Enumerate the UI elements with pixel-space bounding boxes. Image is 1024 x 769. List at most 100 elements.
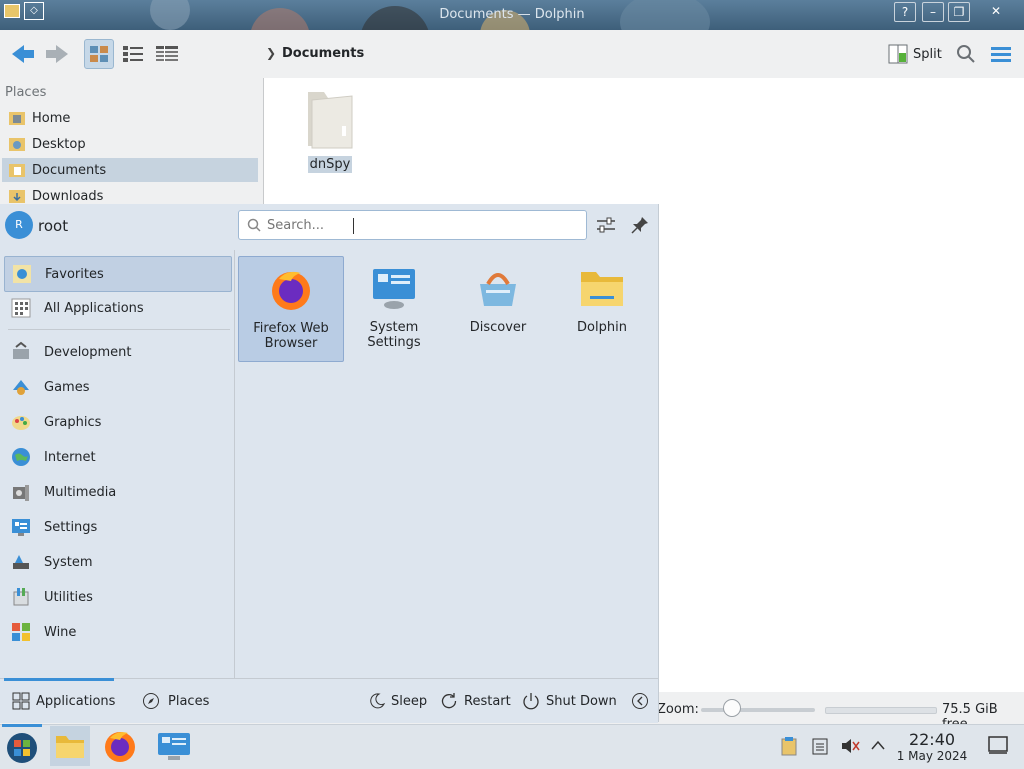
place-desktop[interactable]: Desktop xyxy=(2,132,258,156)
firefox-icon xyxy=(272,271,310,310)
place-label: Downloads xyxy=(32,188,104,204)
tray-expand-button[interactable] xyxy=(870,739,886,755)
tray-volume[interactable] xyxy=(840,737,860,759)
app-label: Discover xyxy=(469,320,527,335)
app-firefox[interactable]: Firefox Web Browser xyxy=(238,256,344,362)
configure-launcher-button[interactable] xyxy=(596,215,616,239)
grid-icon xyxy=(11,298,31,318)
forward-button[interactable] xyxy=(42,39,72,69)
restart-button[interactable]: Restart xyxy=(440,692,511,710)
maximize-button[interactable]: ❐ xyxy=(948,2,970,22)
hamburger-menu-button[interactable] xyxy=(990,45,1012,67)
start-menu-button[interactable] xyxy=(2,724,42,768)
development-icon xyxy=(13,341,29,359)
firefox-icon xyxy=(105,732,135,762)
app-discover[interactable]: Discover xyxy=(446,256,550,360)
place-documents[interactable]: Documents xyxy=(2,158,258,182)
icons-view-icon xyxy=(90,46,108,62)
category-label: Utilities xyxy=(44,589,93,605)
category-divider xyxy=(8,329,230,330)
split-view-icon xyxy=(888,44,908,64)
taskbar-dolphin[interactable] xyxy=(50,726,90,766)
shutdown-label: Shut Down xyxy=(546,693,617,709)
main-toolbar: Split xyxy=(0,30,1024,78)
taskbar-firefox[interactable] xyxy=(102,728,138,768)
icons-view-button[interactable] xyxy=(84,39,114,69)
search-input[interactable] xyxy=(265,214,579,236)
clock-date: 1 May 2024 xyxy=(896,749,968,763)
tray-clipboard[interactable] xyxy=(780,736,798,760)
chevron-right-icon[interactable]: ❯ xyxy=(266,46,276,60)
close-button[interactable]: ✕ xyxy=(974,2,1018,20)
pin-launcher-button[interactable] xyxy=(630,215,650,239)
tray-notes[interactable] xyxy=(811,737,829,759)
compass-icon xyxy=(143,693,159,709)
chevron-left-circle-icon xyxy=(632,693,648,709)
tab-places[interactable]: Places xyxy=(142,692,209,710)
system-settings-icon xyxy=(373,269,415,309)
settings-icon xyxy=(12,519,30,536)
taskbar-system-settings[interactable] xyxy=(156,730,192,766)
category-internet[interactable]: Internet xyxy=(4,440,230,474)
restart-icon xyxy=(441,693,457,709)
launcher-search-field[interactable] xyxy=(238,210,587,240)
clock[interactable]: 22:40 1 May 2024 xyxy=(896,730,968,763)
clipboard-icon xyxy=(781,737,797,756)
help-button[interactable]: ? xyxy=(894,2,916,22)
power-icon xyxy=(523,693,539,710)
user-name: root xyxy=(38,217,69,235)
compact-view-button[interactable] xyxy=(118,39,148,69)
minimize-button[interactable]: – xyxy=(922,2,944,22)
arrow-left-icon xyxy=(12,45,34,63)
hamburger-menu-icon xyxy=(991,47,1011,62)
category-games[interactable]: Games xyxy=(4,370,230,404)
tab-label: Applications xyxy=(36,693,116,709)
category-system[interactable]: System xyxy=(4,545,230,579)
notes-icon xyxy=(812,738,828,755)
category-all-applications[interactable]: All Applications xyxy=(4,291,230,325)
arrow-right-icon xyxy=(46,45,68,63)
category-wine[interactable]: Wine xyxy=(4,615,230,649)
tab-applications[interactable]: Applications xyxy=(12,692,115,710)
show-desktop-button[interactable] xyxy=(988,736,1008,758)
category-utilities[interactable]: Utilities xyxy=(4,580,230,614)
window-title: Documents — Dolphin xyxy=(439,7,585,22)
applications-grid-icon xyxy=(12,692,30,710)
window-titlebar[interactable]: ◇ Documents — Dolphin ? – ❐ ✕ xyxy=(0,0,1024,30)
folder-item-dnspy[interactable]: dnSpy xyxy=(300,86,360,173)
place-label: Desktop xyxy=(32,136,86,152)
chevron-up-icon xyxy=(871,740,885,750)
back-button[interactable] xyxy=(8,39,38,69)
zoom-label: Zoom: xyxy=(657,702,699,717)
split-button[interactable]: Split xyxy=(888,44,942,64)
leave-menu-button[interactable] xyxy=(631,692,649,710)
category-development[interactable]: Development xyxy=(4,335,230,369)
shutdown-button[interactable]: Shut Down xyxy=(522,692,617,710)
app-label: Dolphin xyxy=(577,320,627,335)
free-space-bar xyxy=(825,707,937,714)
category-label: Multimedia xyxy=(44,484,117,500)
category-multimedia[interactable]: Multimedia xyxy=(4,475,230,509)
details-view-button[interactable] xyxy=(152,39,182,69)
zoom-slider[interactable] xyxy=(701,708,815,712)
sleep-icon xyxy=(370,693,386,709)
system-icon xyxy=(13,555,29,569)
breadcrumb-documents[interactable]: Documents xyxy=(282,46,364,61)
app-dolphin[interactable]: Dolphin xyxy=(550,256,654,360)
restart-label: Restart xyxy=(464,693,511,709)
favorites-icon xyxy=(13,265,31,283)
place-home[interactable]: Home xyxy=(2,106,258,130)
category-favorites[interactable]: Favorites xyxy=(4,256,232,292)
games-icon xyxy=(13,380,29,395)
sleep-button[interactable]: Sleep xyxy=(368,692,427,710)
category-graphics[interactable]: Graphics xyxy=(4,405,230,439)
app-system-settings[interactable]: System Settings xyxy=(342,256,446,360)
details-view-icon xyxy=(156,46,178,62)
category-settings[interactable]: Settings xyxy=(4,510,230,544)
category-label: Favorites xyxy=(45,266,104,282)
search-button[interactable] xyxy=(956,44,976,68)
zoom-slider-handle[interactable] xyxy=(723,699,741,717)
multimedia-icon xyxy=(13,485,29,501)
user-avatar[interactable]: R xyxy=(5,211,33,239)
category-label: Settings xyxy=(44,519,98,535)
